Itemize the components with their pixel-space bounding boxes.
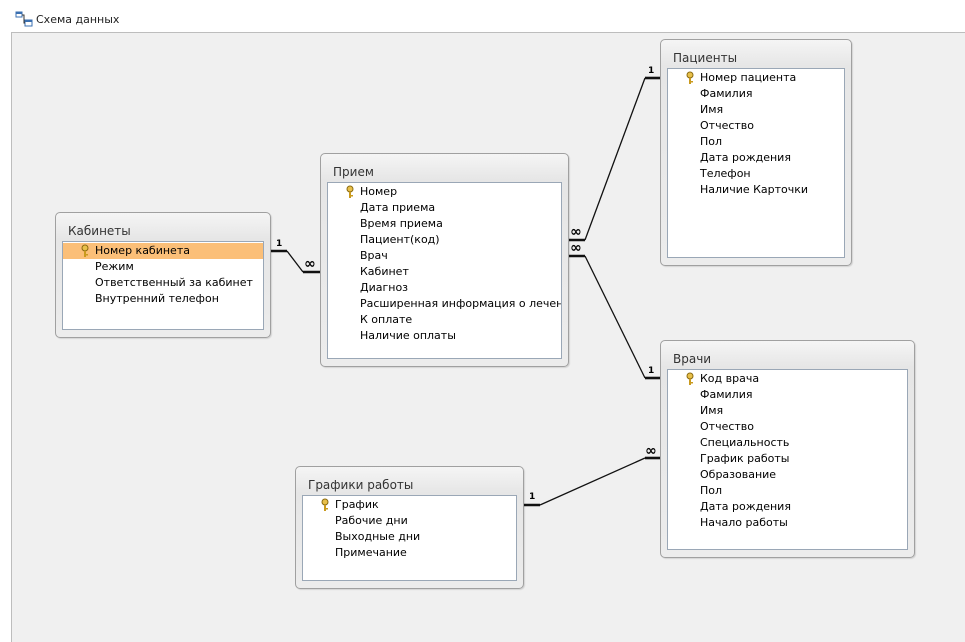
field-row[interactable]: Пациент(код): [328, 232, 561, 248]
field-row[interactable]: Специальность: [668, 435, 907, 451]
field-row[interactable]: Фамилия: [668, 387, 907, 403]
field-row[interactable]: Начало работы: [668, 515, 907, 531]
table-kabinety[interactable]: Кабинеты Номер кабинета Режим Ответствен…: [55, 212, 271, 338]
field-row[interactable]: Дата приема: [328, 200, 561, 216]
primary-key-icon: [81, 244, 89, 257]
primary-key-icon: [686, 372, 694, 385]
field-row[interactable]: Ответственный за кабинет: [63, 275, 263, 291]
field-row[interactable]: Отчество: [668, 118, 844, 134]
document-tab[interactable]: Схема данных: [0, 0, 965, 32]
field-row[interactable]: Примечание: [303, 545, 516, 561]
field-row[interactable]: Внутренний телефон: [63, 291, 263, 307]
field-row[interactable]: Рабочие дни: [303, 513, 516, 529]
table-patsienty[interactable]: Пациенты Номер пациента Фамилия Имя Отче…: [660, 39, 852, 266]
table-kabinety-title: Кабинеты: [68, 224, 131, 238]
rel-priem-many-mark-1: ∞: [304, 256, 316, 272]
field-row[interactable]: Пол: [668, 134, 844, 150]
table-vrachi-fields[interactable]: Код врача Фамилия Имя Отчество Специальн…: [667, 369, 908, 550]
field-row[interactable]: Врач: [328, 248, 561, 264]
table-grafiki-fields[interactable]: График Рабочие дни Выходные дни Примечан…: [302, 495, 517, 581]
field-row[interactable]: Пол: [668, 483, 907, 499]
rel-vrachi-many-mark: ∞: [645, 443, 657, 459]
field-row[interactable]: Наличие Карточки: [668, 182, 844, 198]
field-row[interactable]: График: [303, 497, 516, 513]
table-grafiki-title: Графики работы: [308, 478, 414, 492]
field-row[interactable]: Режим: [63, 259, 263, 275]
table-grafiki[interactable]: Графики работы График Рабочие дни Выходн…: [295, 466, 524, 589]
field-row[interactable]: Диагноз: [328, 280, 561, 296]
field-row[interactable]: Код врача: [668, 371, 907, 387]
table-patsienty-title: Пациенты: [673, 51, 738, 65]
rel-kabinety-one-mark: 1: [276, 239, 283, 249]
field-row[interactable]: Номер пациента: [668, 70, 844, 86]
field-row[interactable]: Номер кабинета: [63, 243, 263, 259]
table-kabinety-fields[interactable]: Номер кабинета Режим Ответственный за ка…: [62, 241, 264, 330]
field-row[interactable]: Фамилия: [668, 86, 844, 102]
field-row[interactable]: Телефон: [668, 166, 844, 182]
field-row[interactable]: Номер: [328, 184, 561, 200]
table-priem-title: Прием: [333, 165, 374, 179]
relationships-icon: [15, 11, 33, 27]
table-priem-fields[interactable]: Номер Дата приема Время приема Пациент(к…: [327, 182, 562, 359]
rel-priem-many-mark-3: ∞: [570, 240, 582, 256]
field-row[interactable]: К оплате: [328, 312, 561, 328]
primary-key-icon: [346, 185, 354, 198]
field-row[interactable]: Дата рождения: [668, 150, 844, 166]
table-vrachi[interactable]: Врачи Код врача Фамилия Имя Отчество Спе…: [660, 340, 915, 558]
field-row[interactable]: Расширенная информация о лечении: [328, 296, 561, 312]
field-row[interactable]: Имя: [668, 403, 907, 419]
table-priem[interactable]: Прием Номер Дата приема Время приема Пац…: [320, 153, 569, 367]
field-row[interactable]: Образование: [668, 467, 907, 483]
field-row[interactable]: Наличие оплаты: [328, 328, 561, 344]
primary-key-icon: [321, 498, 329, 511]
field-row[interactable]: Имя: [668, 102, 844, 118]
field-row[interactable]: Кабинет: [328, 264, 561, 280]
primary-key-icon: [686, 71, 694, 84]
field-row[interactable]: Выходные дни: [303, 529, 516, 545]
field-row[interactable]: Дата рождения: [668, 499, 907, 515]
field-row[interactable]: Время приема: [328, 216, 561, 232]
document-title: Схема данных: [36, 13, 120, 26]
rel-patsienty-one-mark: 1: [648, 66, 655, 76]
field-row[interactable]: Отчество: [668, 419, 907, 435]
table-vrachi-title: Врачи: [673, 352, 712, 366]
table-patsienty-fields[interactable]: Номер пациента Фамилия Имя Отчество Пол …: [667, 68, 845, 258]
rel-priem-many-mark-2: ∞: [570, 224, 582, 240]
field-row[interactable]: График работы: [668, 451, 907, 467]
rel-grafiki-one-mark: 1: [529, 492, 536, 502]
rel-vrachi-one-mark: 1: [648, 366, 655, 376]
